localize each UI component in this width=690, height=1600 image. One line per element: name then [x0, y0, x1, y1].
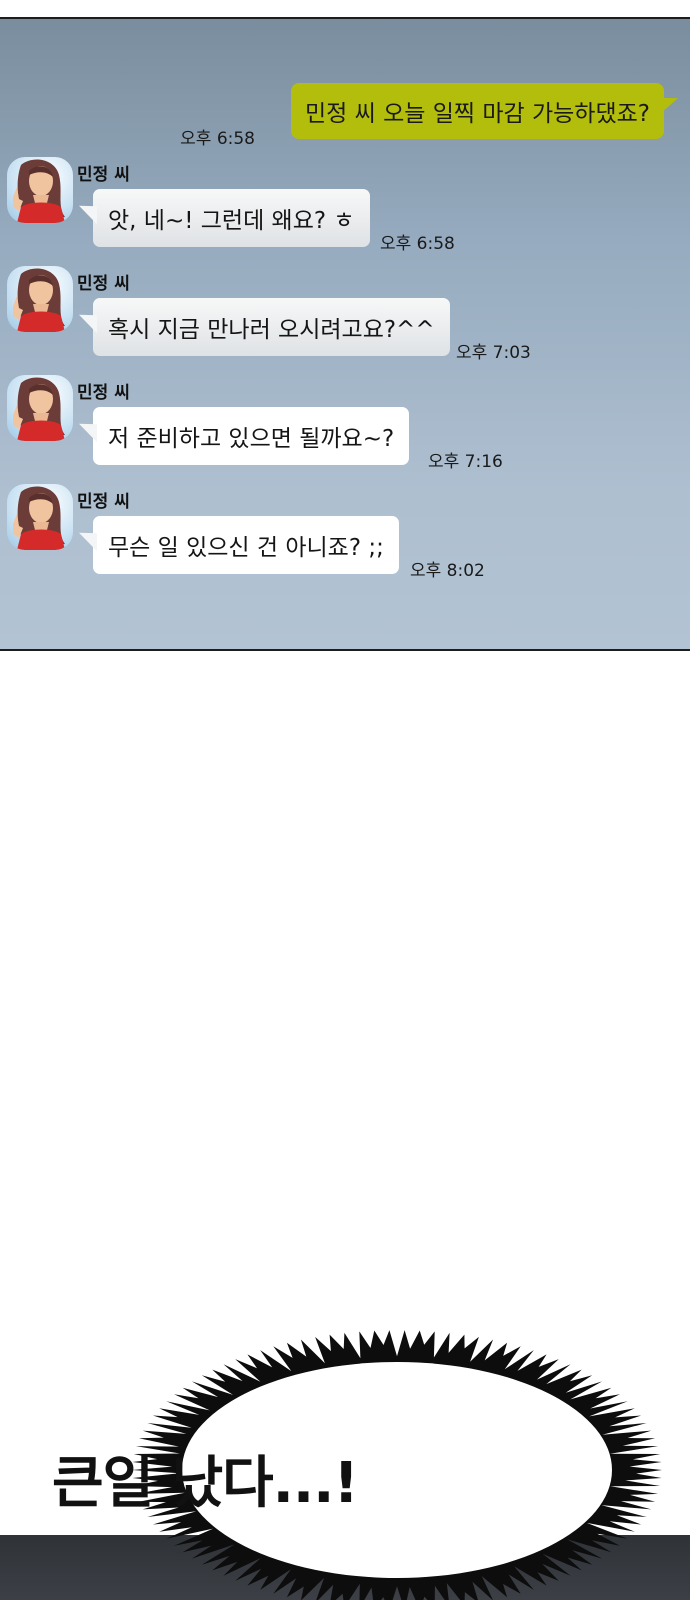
received-message: 민정 씨 앗, 네~! 그런데 왜요? ㅎ 오후 6:58 [0, 157, 690, 257]
avatar[interactable] [7, 157, 73, 223]
sent-message-time: 오후 6:58 [180, 129, 255, 149]
avatar[interactable] [7, 484, 73, 550]
sender-name: 민정 씨 [77, 383, 130, 403]
sent-message-bubble: 민정 씨 오늘 일찍 마감 가능하댔죠? [290, 83, 664, 139]
received-message-time: 오후 7:03 [456, 343, 531, 363]
avatar[interactable] [7, 375, 73, 441]
received-message-time: 오후 7:16 [428, 452, 503, 472]
chat-panel: 민정 씨 오늘 일찍 마감 가능하댔죠? 오후 6:58 민정 씨 앗, 네~!… [0, 17, 690, 651]
sent-message-text: 민정 씨 오늘 일찍 마감 가능하댔죠? [304, 101, 650, 127]
received-message-time: 오후 6:58 [380, 234, 455, 254]
received-message-bubble: 저 준비하고 있으면 될까요~? [93, 407, 410, 465]
received-message-time: 오후 8:02 [410, 561, 485, 581]
received-message-bubble: 혹시 지금 만나러 오시려고요?^^ [93, 298, 450, 356]
sender-name: 민정 씨 [77, 492, 130, 512]
sender-name: 민정 씨 [77, 165, 130, 185]
received-message-bubble: 무슨 일 있으신 건 아니죠? ;; [93, 516, 399, 574]
received-message: 민정 씨 혹시 지금 만나러 오시려고요?^^ 오후 7:03 [0, 266, 690, 366]
shout-text: 큰일 났다...! [52, 1451, 359, 1516]
received-message-text: 저 준비하고 있으면 될까요~? [108, 426, 395, 452]
received-message: 민정 씨 무슨 일 있으신 건 아니죠? ;; 오후 8:02 [0, 484, 690, 584]
sender-name: 민정 씨 [77, 274, 130, 294]
received-message-text: 혹시 지금 만나러 오시려고요?^^ [108, 317, 435, 343]
received-message-bubble: 앗, 네~! 그런데 왜요? ㅎ [93, 189, 370, 247]
received-message: 민정 씨 저 준비하고 있으면 될까요~? 오후 7:16 [0, 375, 690, 475]
avatar[interactable] [7, 266, 73, 332]
received-message-text: 무슨 일 있으신 건 아니죠? ;; [108, 535, 384, 561]
received-message-text: 앗, 네~! 그런데 왜요? ㅎ [108, 208, 355, 234]
